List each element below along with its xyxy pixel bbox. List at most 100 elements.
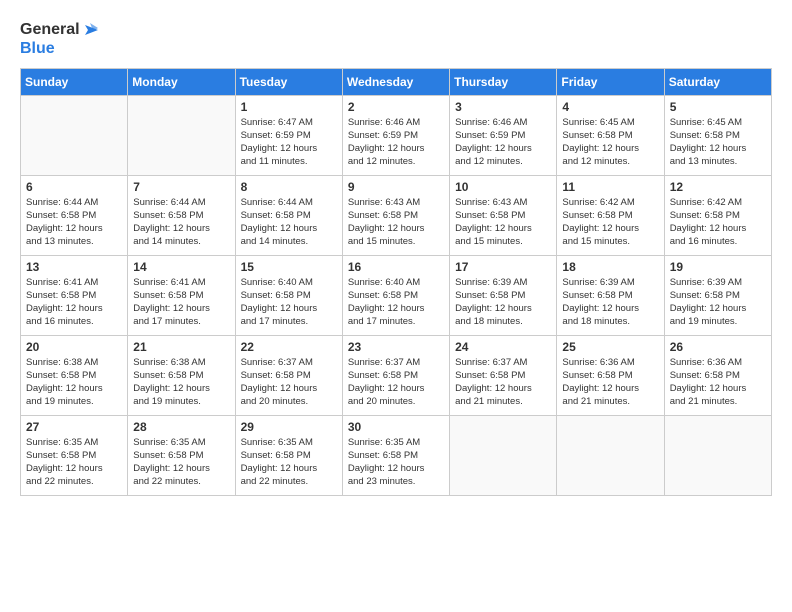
calendar-cell [450, 415, 557, 495]
day-info: Sunrise: 6:38 AMSunset: 6:58 PMDaylight:… [26, 356, 122, 409]
calendar-cell: 9 Sunrise: 6:43 AMSunset: 6:58 PMDaylight… [342, 175, 449, 255]
day-number: 24 [455, 340, 551, 354]
day-number: 23 [348, 340, 444, 354]
page-header: General Blue [20, 20, 772, 58]
days-header-row: SundayMondayTuesdayWednesdayThursdayFrid… [21, 68, 772, 95]
calendar-cell: 27 Sunrise: 6:35 AMSunset: 6:58 PMDayligh… [21, 415, 128, 495]
day-info: Sunrise: 6:47 AMSunset: 6:59 PMDaylight:… [241, 116, 337, 169]
calendar-cell: 24 Sunrise: 6:37 AMSunset: 6:58 PMDayligh… [450, 335, 557, 415]
day-info: Sunrise: 6:44 AMSunset: 6:58 PMDaylight:… [26, 196, 122, 249]
day-number: 4 [562, 100, 658, 114]
day-header-thursday: Thursday [450, 68, 557, 95]
day-info: Sunrise: 6:40 AMSunset: 6:58 PMDaylight:… [241, 276, 337, 329]
day-header-tuesday: Tuesday [235, 68, 342, 95]
calendar-cell: 18 Sunrise: 6:39 AMSunset: 6:58 PMDayligh… [557, 255, 664, 335]
week-row-4: 20 Sunrise: 6:38 AMSunset: 6:58 PMDayligh… [21, 335, 772, 415]
day-info: Sunrise: 6:35 AMSunset: 6:58 PMDaylight:… [241, 436, 337, 489]
day-info: Sunrise: 6:37 AMSunset: 6:58 PMDaylight:… [241, 356, 337, 409]
calendar-cell: 15Sunrise: 6:40 AMSunset: 6:58 PMDayligh… [235, 255, 342, 335]
day-header-monday: Monday [128, 68, 235, 95]
day-info: Sunrise: 6:46 AMSunset: 6:59 PMDaylight:… [348, 116, 444, 169]
day-info: Sunrise: 6:44 AMSunset: 6:58 PMDaylight:… [133, 196, 229, 249]
calendar-cell: 1 Sunrise: 6:47 AMSunset: 6:59 PMDaylight… [235, 95, 342, 175]
day-info: Sunrise: 6:39 AMSunset: 6:58 PMDaylight:… [670, 276, 766, 329]
day-info: Sunrise: 6:35 AMSunset: 6:58 PMDaylight:… [133, 436, 229, 489]
calendar-cell: 25 Sunrise: 6:36 AMSunset: 6:58 PMDayligh… [557, 335, 664, 415]
calendar-table: SundayMondayTuesdayWednesdayThursdayFrid… [20, 68, 772, 496]
day-number: 20 [26, 340, 122, 354]
calendar-cell: 22 Sunrise: 6:37 AMSunset: 6:58 PMDayligh… [235, 335, 342, 415]
calendar-cell [664, 415, 771, 495]
week-row-2: 6 Sunrise: 6:44 AMSunset: 6:58 PMDaylight… [21, 175, 772, 255]
day-number: 10 [455, 180, 551, 194]
calendar-cell: 3 Sunrise: 6:46 AMSunset: 6:59 PMDaylight… [450, 95, 557, 175]
calendar-cell: 10Sunrise: 6:43 AMSunset: 6:58 PMDayligh… [450, 175, 557, 255]
day-number: 18 [562, 260, 658, 274]
calendar-cell: 16Sunrise: 6:40 AMSunset: 6:58 PMDayligh… [342, 255, 449, 335]
day-info: Sunrise: 6:45 AMSunset: 6:58 PMDaylight:… [670, 116, 766, 169]
week-row-3: 13 Sunrise: 6:41 AMSunset: 6:58 PMDayligh… [21, 255, 772, 335]
day-info: Sunrise: 6:38 AMSunset: 6:58 PMDaylight:… [133, 356, 229, 409]
day-number: 12 [670, 180, 766, 194]
day-info: Sunrise: 6:39 AMSunset: 6:58 PMDaylight:… [562, 276, 658, 329]
calendar-cell: 20 Sunrise: 6:38 AMSunset: 6:58 PMDayligh… [21, 335, 128, 415]
day-info: Sunrise: 6:35 AMSunset: 6:58 PMDaylight:… [348, 436, 444, 489]
calendar-cell: 6 Sunrise: 6:44 AMSunset: 6:58 PMDaylight… [21, 175, 128, 255]
day-number: 14 [133, 260, 229, 274]
calendar-cell: 7 Sunrise: 6:44 AMSunset: 6:58 PMDaylight… [128, 175, 235, 255]
logo-arrow-icon [80, 20, 100, 40]
calendar-cell: 8Sunrise: 6:44 AMSunset: 6:58 PMDaylight… [235, 175, 342, 255]
day-info: Sunrise: 6:42 AMSunset: 6:58 PMDaylight:… [670, 196, 766, 249]
calendar-cell: 5 Sunrise: 6:45 AMSunset: 6:58 PMDaylight… [664, 95, 771, 175]
day-number: 26 [670, 340, 766, 354]
day-number: 22 [241, 340, 337, 354]
day-info: Sunrise: 6:37 AMSunset: 6:58 PMDaylight:… [455, 356, 551, 409]
day-number: 25 [562, 340, 658, 354]
day-header-sunday: Sunday [21, 68, 128, 95]
day-header-wednesday: Wednesday [342, 68, 449, 95]
calendar-cell: 2Sunrise: 6:46 AMSunset: 6:59 PMDaylight… [342, 95, 449, 175]
calendar-cell [128, 95, 235, 175]
calendar-cell: 4 Sunrise: 6:45 AMSunset: 6:58 PMDaylight… [557, 95, 664, 175]
calendar-cell [557, 415, 664, 495]
calendar-cell: 21 Sunrise: 6:38 AMSunset: 6:58 PMDayligh… [128, 335, 235, 415]
day-number: 21 [133, 340, 229, 354]
day-number: 13 [26, 260, 122, 274]
day-info: Sunrise: 6:39 AMSunset: 6:58 PMDaylight:… [455, 276, 551, 329]
day-number: 9 [348, 180, 444, 194]
calendar-cell: 30 Sunrise: 6:35 AMSunset: 6:58 PMDayligh… [342, 415, 449, 495]
calendar-cell: 14 Sunrise: 6:41 AMSunset: 6:58 PMDayligh… [128, 255, 235, 335]
day-number: 19 [670, 260, 766, 274]
calendar-cell: 13 Sunrise: 6:41 AMSunset: 6:58 PMDayligh… [21, 255, 128, 335]
logo-general: General [20, 21, 80, 39]
logo: General Blue [20, 20, 100, 58]
day-info: Sunrise: 6:41 AMSunset: 6:58 PMDaylight:… [26, 276, 122, 329]
day-info: Sunrise: 6:41 AMSunset: 6:58 PMDaylight:… [133, 276, 229, 329]
day-info: Sunrise: 6:43 AMSunset: 6:58 PMDaylight:… [348, 196, 444, 249]
day-info: Sunrise: 6:46 AMSunset: 6:59 PMDaylight:… [455, 116, 551, 169]
day-info: Sunrise: 6:35 AMSunset: 6:58 PMDaylight:… [26, 436, 122, 489]
day-number: 3 [455, 100, 551, 114]
day-info: Sunrise: 6:37 AMSunset: 6:58 PMDaylight:… [348, 356, 444, 409]
day-info: Sunrise: 6:45 AMSunset: 6:58 PMDaylight:… [562, 116, 658, 169]
calendar-cell: 12 Sunrise: 6:42 AMSunset: 6:58 PMDayligh… [664, 175, 771, 255]
day-info: Sunrise: 6:36 AMSunset: 6:58 PMDaylight:… [562, 356, 658, 409]
logo-blue: Blue [20, 40, 100, 58]
day-number: 30 [348, 420, 444, 434]
day-number: 27 [26, 420, 122, 434]
day-number: 16 [348, 260, 444, 274]
day-number: 11 [562, 180, 658, 194]
week-row-5: 27 Sunrise: 6:35 AMSunset: 6:58 PMDayligh… [21, 415, 772, 495]
day-number: 5 [670, 100, 766, 114]
week-row-1: 1 Sunrise: 6:47 AMSunset: 6:59 PMDaylight… [21, 95, 772, 175]
day-number: 29 [241, 420, 337, 434]
day-number: 17 [455, 260, 551, 274]
day-number: 6 [26, 180, 122, 194]
day-number: 7 [133, 180, 229, 194]
calendar-cell: 17 Sunrise: 6:39 AMSunset: 6:58 PMDayligh… [450, 255, 557, 335]
day-number: 28 [133, 420, 229, 434]
day-header-saturday: Saturday [664, 68, 771, 95]
day-number: 1 [241, 100, 337, 114]
calendar-cell: 23 Sunrise: 6:37 AMSunset: 6:58 PMDayligh… [342, 335, 449, 415]
calendar-cell: 19 Sunrise: 6:39 AMSunset: 6:58 PMDayligh… [664, 255, 771, 335]
